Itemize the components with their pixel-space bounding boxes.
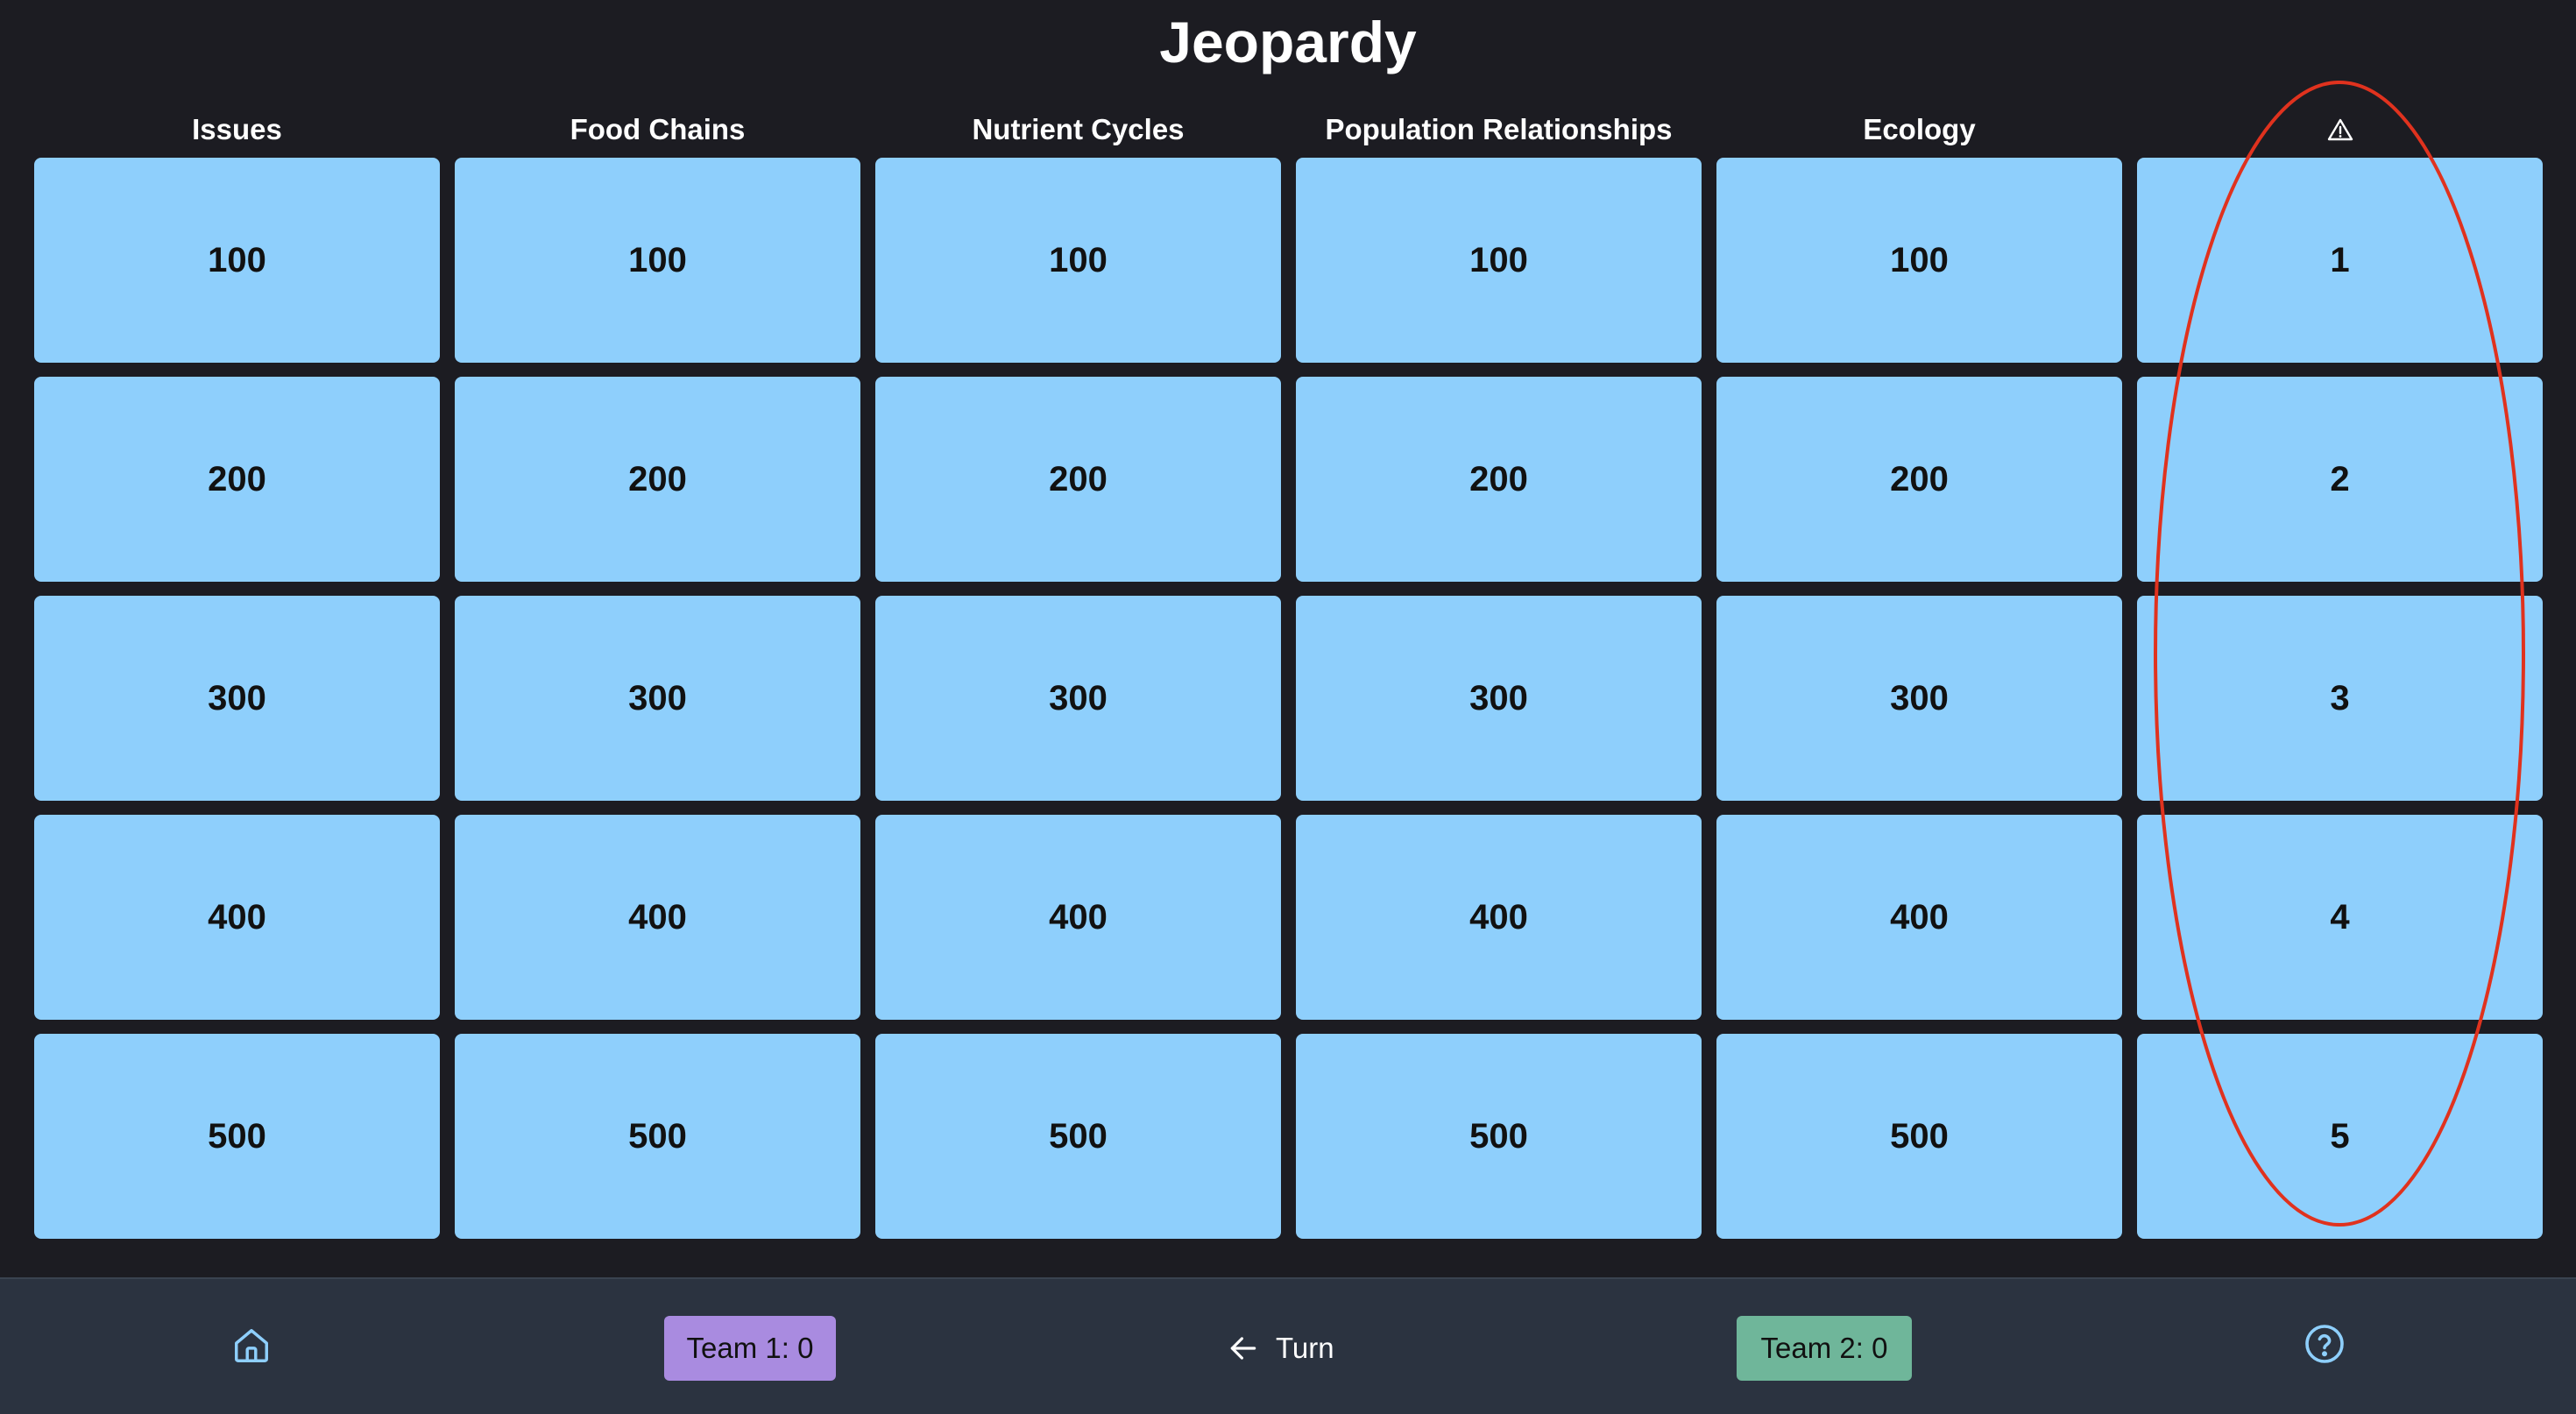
question-tile-col6-5[interactable]: 5 — [2137, 1034, 2543, 1239]
turn-label: Turn — [1276, 1332, 1334, 1364]
question-tile-food-chains-400[interactable]: 400 — [455, 815, 860, 1020]
question-tile-population-relationships-200[interactable]: 200 — [1296, 377, 1702, 582]
question-tile-population-relationships-100[interactable]: 100 — [1296, 158, 1702, 363]
jeopardy-app: Jeopardy Issues Food Chains Nutrient Cyc… — [0, 0, 2576, 1414]
question-tile-ecology-500[interactable]: 500 — [1716, 1034, 2122, 1239]
question-tile-population-relationships-300[interactable]: 300 — [1296, 596, 1702, 801]
question-tile-nutrient-cycles-200[interactable]: 200 — [875, 377, 1281, 582]
page-title: Jeopardy — [1159, 10, 1417, 74]
question-tile-food-chains-500[interactable]: 500 — [455, 1034, 860, 1239]
question-tile-ecology-400[interactable]: 400 — [1716, 815, 2122, 1020]
question-tile-issues-500[interactable]: 500 — [34, 1034, 440, 1239]
team1-score-button[interactable]: Team 1: 0 — [664, 1316, 836, 1381]
footer-bar: Team 1: 0 Turn Team 2: 0 — [0, 1277, 2576, 1414]
question-tile-ecology-300[interactable]: 300 — [1716, 596, 2122, 801]
category-header-issues: Issues — [192, 113, 282, 145]
question-tile-issues-400[interactable]: 400 — [34, 815, 440, 1020]
question-tile-nutrient-cycles-100[interactable]: 100 — [875, 158, 1281, 363]
category-header-population-relationships: Population Relationships — [1325, 113, 1673, 145]
question-tile-food-chains-100[interactable]: 100 — [455, 158, 860, 363]
category-header-food-chains: Food Chains — [570, 113, 746, 145]
home-button[interactable] — [226, 1320, 277, 1371]
category-header-ecology: Ecology — [1863, 113, 1976, 145]
question-tile-nutrient-cycles-500[interactable]: 500 — [875, 1034, 1281, 1239]
question-tile-nutrient-cycles-300[interactable]: 300 — [875, 596, 1281, 801]
category-header-nutrient-cycles: Nutrient Cycles — [972, 113, 1185, 145]
question-tile-food-chains-300[interactable]: 300 — [455, 596, 860, 801]
question-tile-issues-200[interactable]: 200 — [34, 377, 440, 582]
arrow-left-icon — [1230, 1337, 1256, 1360]
help-circle-icon — [2305, 1325, 2344, 1363]
question-tile-issues-300[interactable]: 300 — [34, 596, 440, 801]
question-tile-col6-4[interactable]: 4 — [2137, 815, 2543, 1020]
question-tile-population-relationships-500[interactable]: 500 — [1296, 1034, 1702, 1239]
game-board: Issues Food Chains Nutrient Cycles Popul… — [34, 103, 2543, 1251]
question-tile-ecology-100[interactable]: 100 — [1716, 158, 2122, 363]
question-tile-col6-1[interactable]: 1 — [2137, 158, 2543, 363]
question-tile-issues-100[interactable]: 100 — [34, 158, 440, 363]
question-tile-food-chains-200[interactable]: 200 — [455, 377, 860, 582]
help-button[interactable] — [2299, 1319, 2350, 1369]
question-tile-nutrient-cycles-400[interactable]: 400 — [875, 815, 1281, 1020]
team2-score-button[interactable]: Team 2: 0 — [1737, 1316, 1912, 1381]
question-tile-population-relationships-400[interactable]: 400 — [1296, 815, 1702, 1020]
question-tile-col6-3[interactable]: 3 — [2137, 596, 2543, 801]
home-icon — [235, 1329, 268, 1362]
question-tile-ecology-200[interactable]: 200 — [1716, 377, 2122, 582]
turn-indicator[interactable]: Turn — [1227, 1316, 1358, 1381]
question-tile-col6-2[interactable]: 2 — [2137, 377, 2543, 582]
warning-icon — [2327, 118, 2353, 141]
category-header-warning — [2137, 103, 2543, 156]
